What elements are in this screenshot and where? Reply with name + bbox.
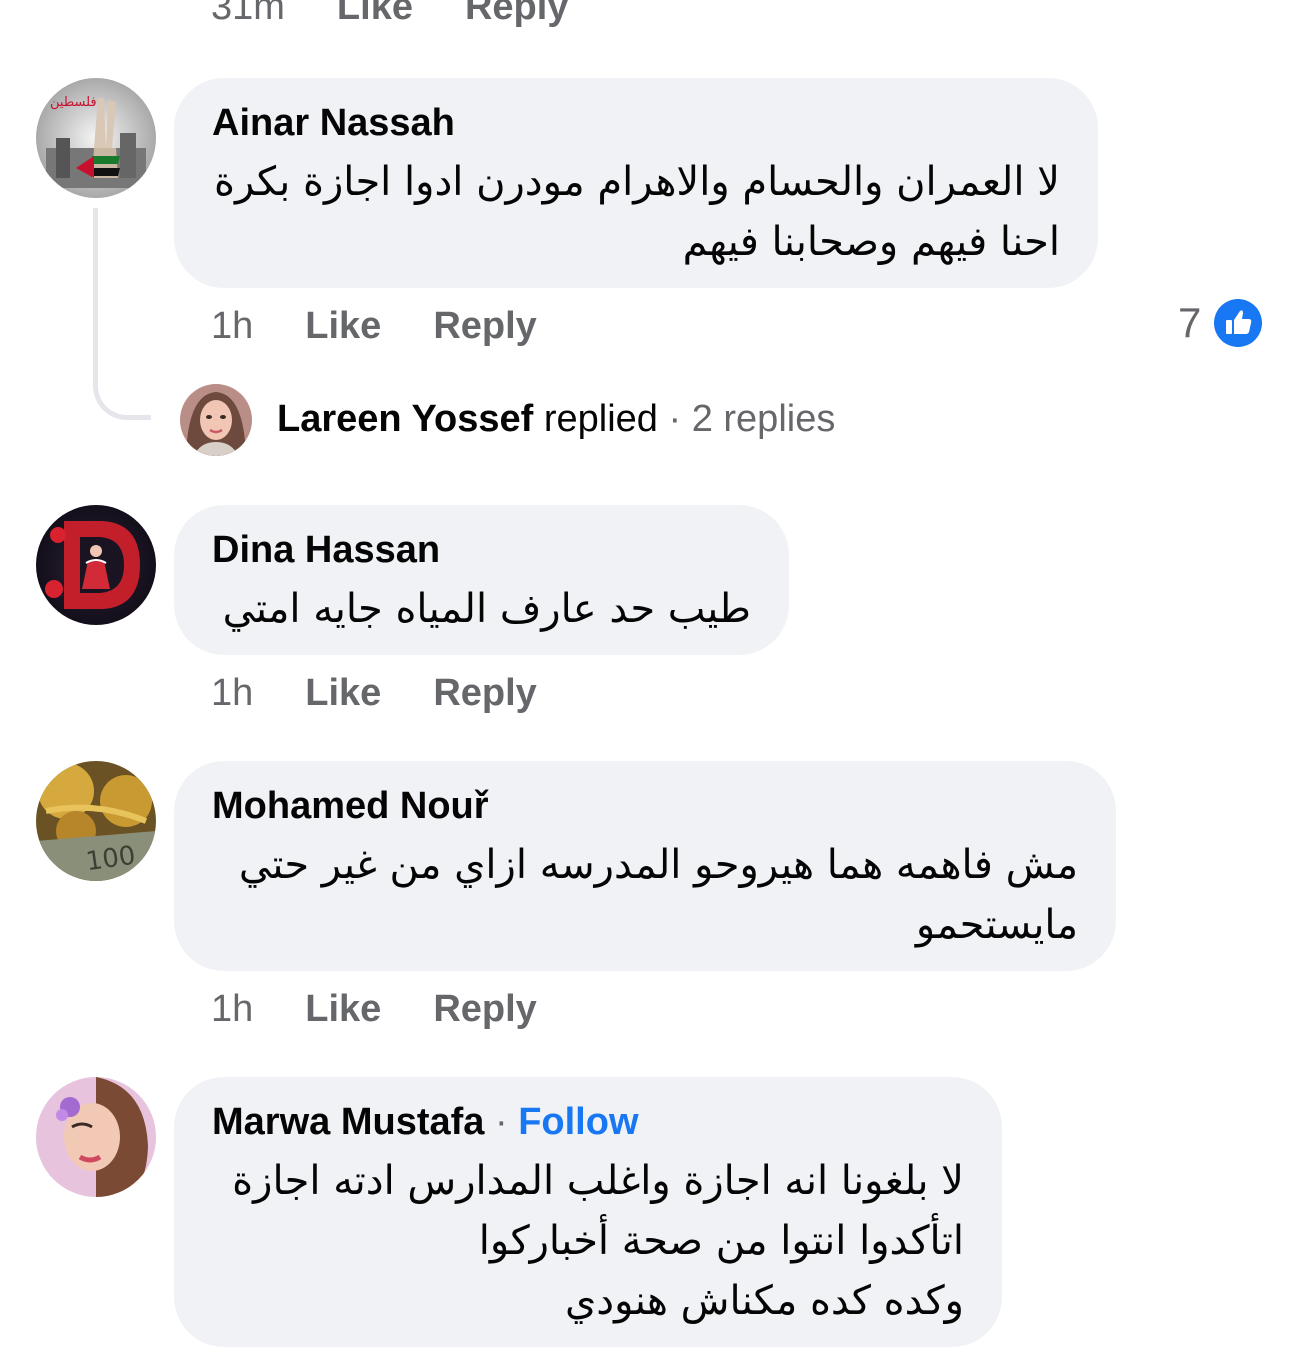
reply-button[interactable]: Reply <box>465 0 568 29</box>
comment-text: مش فاهمه هما هيروحو المدرسه ازاي من غير … <box>238 842 1078 948</box>
like-button[interactable]: Like <box>305 305 381 348</box>
reaction-summary[interactable]: 7 <box>1178 298 1263 348</box>
like-button[interactable]: Like <box>305 672 381 715</box>
comment-text: لا العمران والحسام والاهرام مودرن ادوا ا… <box>214 159 1060 265</box>
avatar[interactable] <box>36 1077 156 1197</box>
commenter-name[interactable]: Ainar Nassah <box>212 100 1060 146</box>
comment-text: طيب حد عارف المياه جايه امتي <box>222 586 751 632</box>
reaction-count: 7 <box>1178 299 1202 346</box>
reply-button[interactable]: Reply <box>433 672 536 715</box>
comment-bubble: Dina Hassan طيب حد عارف المياه جايه امتي <box>174 505 789 655</box>
commenter-name-row: Marwa Mustafa · Follow <box>212 1099 964 1145</box>
comment-actions: 1h Like Reply <box>211 305 589 348</box>
comment-time[interactable]: 1h <box>211 305 253 348</box>
svg-text:100: 100 <box>84 841 137 878</box>
comment-actions: 1h Like Reply <box>211 988 589 1031</box>
replies-count: 2 replies <box>691 398 836 440</box>
comment-text: لا بلغونا انه اجازة واغلب المدارس ادته ا… <box>232 1158 964 1324</box>
commenter-name[interactable]: Dina Hassan <box>212 527 751 573</box>
reply-button[interactable]: Reply <box>433 988 536 1031</box>
avatar[interactable] <box>36 505 156 625</box>
follow-button[interactable]: Follow <box>518 1101 638 1143</box>
avatar[interactable] <box>180 384 252 456</box>
comment-bubble: Ainar Nassah لا العمران والحسام والاهرام… <box>174 78 1098 288</box>
separator-dot: · <box>494 1101 508 1143</box>
comment-time[interactable]: 1h <box>211 672 253 715</box>
svg-text:فلسطين: فلسطين <box>50 95 97 110</box>
commenter-name[interactable]: Marwa Mustafa <box>212 1101 484 1143</box>
comment-time: 31m <box>211 0 285 28</box>
separator-dot: · <box>668 398 682 440</box>
top-comment-meta: 31m Like Reply <box>211 0 620 29</box>
replied-label: replied <box>543 398 658 440</box>
reply-button[interactable]: Reply <box>433 305 536 348</box>
comment-actions: 1h Like Reply <box>211 672 589 715</box>
comment-bubble: Mohamed Nouř مش فاهمه هما هيروحو المدرسه… <box>174 761 1116 971</box>
like-button[interactable]: Like <box>305 988 381 1031</box>
reply-thread-link[interactable]: Lareen Yossef replied · 2 replies <box>277 398 835 441</box>
avatar[interactable]: 100 <box>36 761 156 881</box>
like-button[interactable]: Like <box>337 0 413 29</box>
comment-bubble: Marwa Mustafa · Follow لا بلغونا انه اجا… <box>174 1077 1002 1347</box>
commenter-name[interactable]: Mohamed Nouř <box>212 783 1078 829</box>
reply-author-name: Lareen Yossef <box>277 398 534 440</box>
comment-time[interactable]: 1h <box>211 988 253 1031</box>
thread-connector <box>93 208 151 420</box>
avatar[interactable]: فلسطين <box>36 78 156 198</box>
like-reaction-icon <box>1213 298 1263 348</box>
